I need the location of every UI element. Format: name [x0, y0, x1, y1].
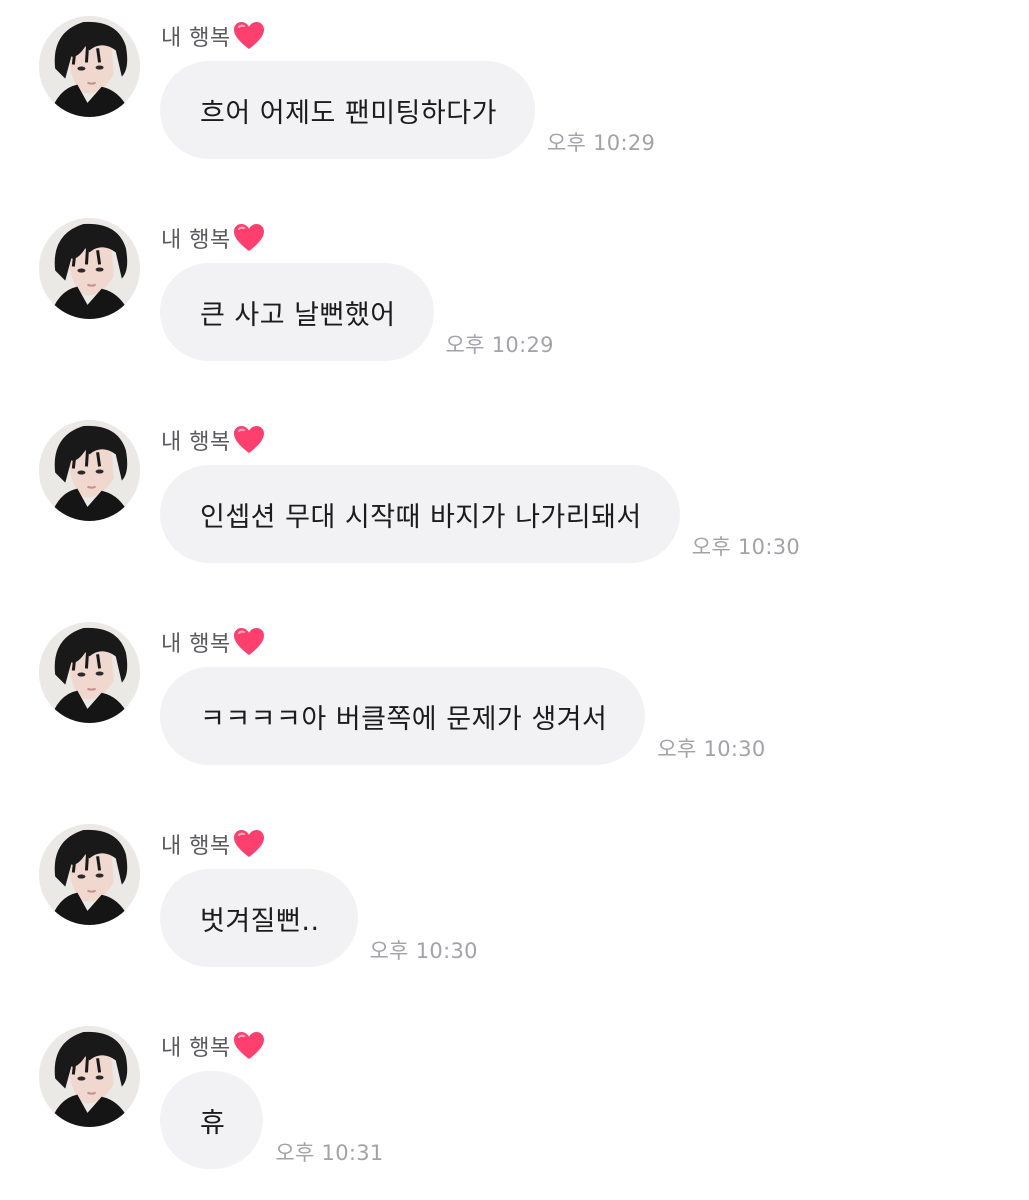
- message-bubble[interactable]: ㅋㅋㅋㅋ아 버클쪽에 문제가 생겨서: [160, 667, 646, 765]
- avatar[interactable]: [39, 420, 140, 521]
- sender-name-label: 내 행복: [161, 430, 231, 455]
- red-heart-icon: [233, 829, 265, 859]
- sender-name: 내 행복: [161, 420, 265, 460]
- sender-name-label: 내 행복: [161, 26, 231, 51]
- message-bubble[interactable]: 휴: [160, 1071, 264, 1169]
- message-timestamp: 오후 10:30: [691, 535, 801, 559]
- red-heart-icon: [233, 1031, 265, 1061]
- message-timestamp: 오후 10:29: [445, 333, 554, 357]
- red-heart-icon: [233, 223, 265, 253]
- message-bubble[interactable]: 벗겨질뻔..: [160, 869, 358, 967]
- message-row: 큰 사고 날뻔했어 오후 10:29: [160, 263, 554, 361]
- red-heart-icon: [233, 21, 265, 51]
- message-bubble[interactable]: 인셉션 무대 시작때 바지가 나가리돼서: [160, 465, 680, 563]
- chat-message: 내 행복 벗겨질뻔.. 오후 10:30: [0, 808, 1029, 978]
- sender-name-label: 내 행복: [161, 228, 231, 253]
- sender-name: 내 행복: [161, 622, 265, 662]
- message-timestamp: 오후 10:30: [369, 939, 478, 963]
- message-timestamp: 오후 10:31: [275, 1141, 384, 1165]
- red-heart-icon: [233, 425, 265, 455]
- avatar[interactable]: [39, 1026, 140, 1127]
- chat-message: 내 행복 ㅋㅋㅋㅋ아 버클쪽에 문제가 생겨서 오후 10:30: [0, 606, 1029, 776]
- message-row: 흐어 어제도 팬미팅하다가 오후 10:29: [160, 61, 655, 159]
- chat-message-list: 내 행복 흐어 어제도 팬미팅하다가 오후 10:29 내 행복 큰 사고 날뻔…: [0, 0, 1029, 1200]
- message-timestamp: 오후 10:29: [546, 131, 656, 155]
- sender-name: 내 행복: [161, 218, 265, 258]
- chat-message: 내 행복 인셉션 무대 시작때 바지가 나가리돼서 오후 10:30: [0, 404, 1029, 574]
- sender-name-label: 내 행복: [161, 632, 231, 657]
- sender-name-label: 내 행복: [161, 1036, 231, 1061]
- chat-message: 내 행복 휴 오후 10:31: [0, 1010, 1029, 1180]
- avatar[interactable]: [39, 622, 140, 723]
- red-heart-icon: [233, 627, 265, 657]
- message-row: ㅋㅋㅋㅋ아 버클쪽에 문제가 생겨서 오후 10:30: [160, 667, 766, 765]
- message-row: 휴 오후 10:31: [160, 1071, 384, 1169]
- chat-message: 내 행복 큰 사고 날뻔했어 오후 10:29: [0, 202, 1029, 372]
- chat-message: 내 행복 흐어 어제도 팬미팅하다가 오후 10:29: [0, 0, 1029, 170]
- message-bubble[interactable]: 흐어 어제도 팬미팅하다가: [160, 61, 535, 159]
- sender-name: 내 행복: [161, 1026, 265, 1066]
- message-row: 벗겨질뻔.. 오후 10:30: [160, 869, 478, 967]
- avatar[interactable]: [39, 218, 140, 319]
- sender-name-label: 내 행복: [161, 834, 231, 859]
- sender-name: 내 행복: [161, 824, 265, 864]
- avatar[interactable]: [39, 824, 140, 925]
- message-timestamp: 오후 10:30: [657, 737, 766, 761]
- message-row: 인셉션 무대 시작때 바지가 나가리돼서 오후 10:30: [160, 465, 800, 563]
- avatar[interactable]: [39, 16, 140, 117]
- message-bubble[interactable]: 큰 사고 날뻔했어: [160, 263, 434, 361]
- sender-name: 내 행복: [161, 16, 265, 56]
